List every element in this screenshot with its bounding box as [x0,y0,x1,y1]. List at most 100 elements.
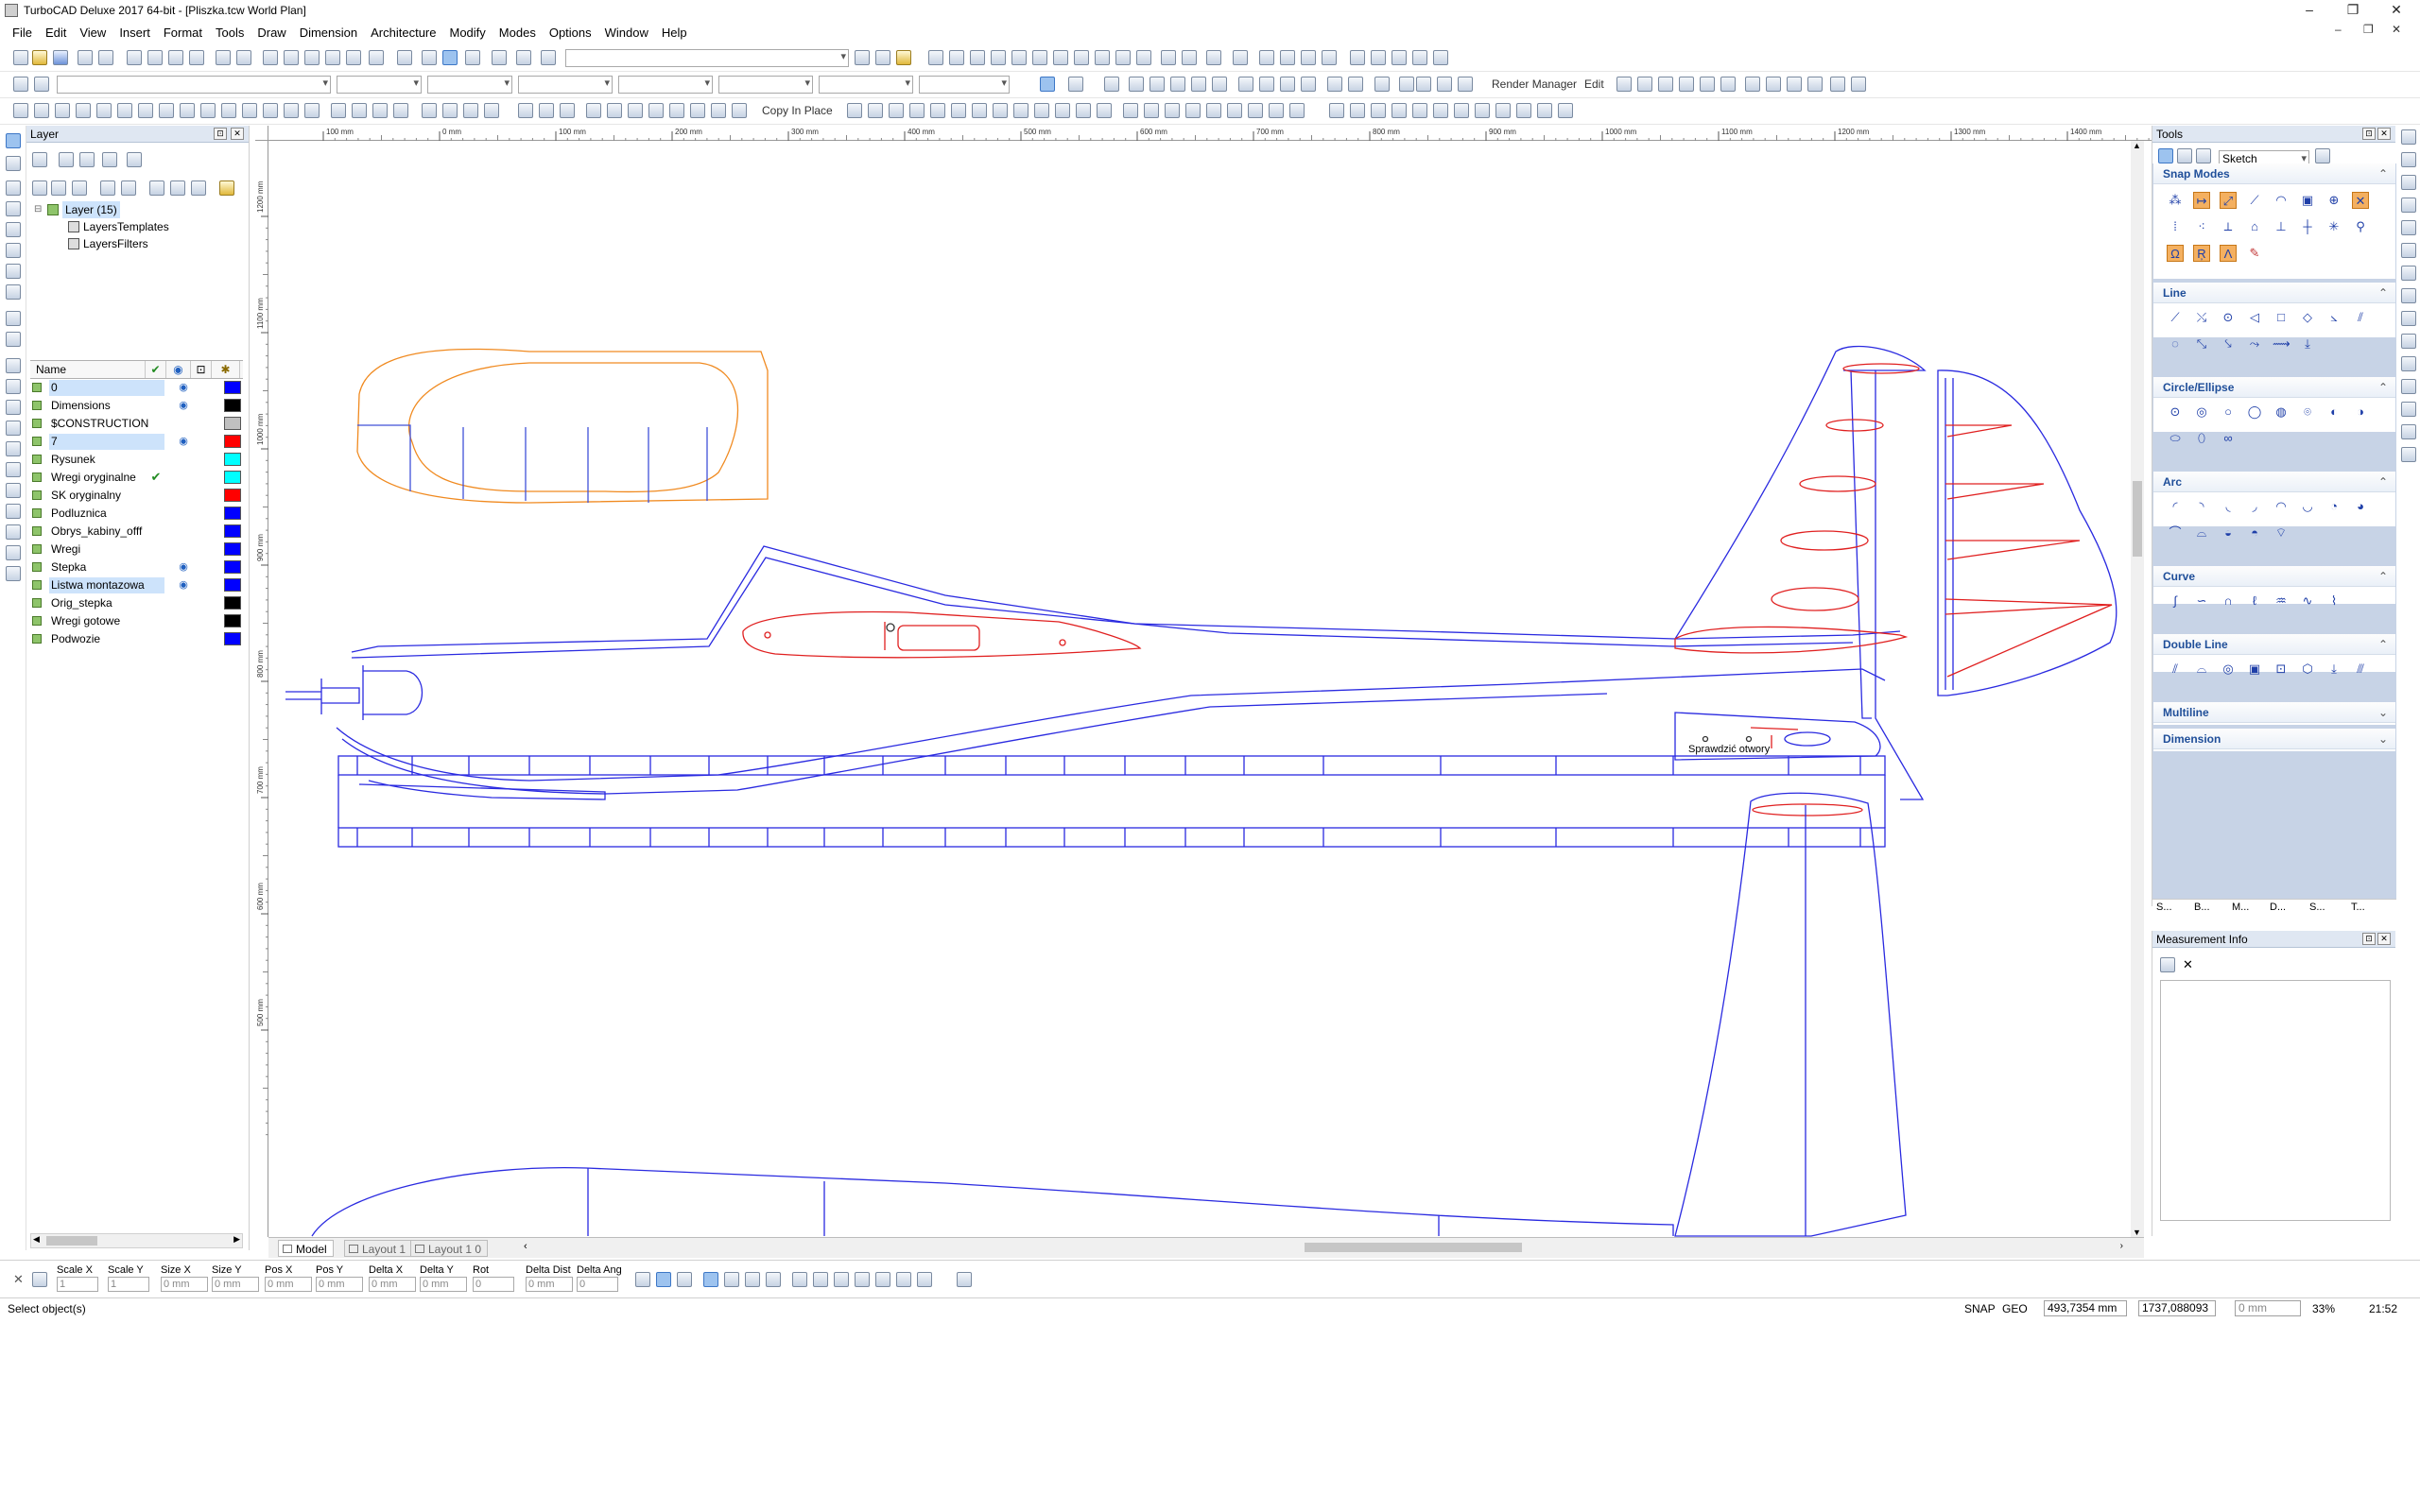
line-tool-icon[interactable] [6,180,21,196]
circle-3pt-tool-icon[interactable]: ◯ [2246,404,2263,421]
layer-color-swatch[interactable] [224,435,241,448]
line-poly-icon[interactable] [889,103,904,118]
section-header-line[interactable]: Line ⌃ [2153,283,2395,303]
measure-icon[interactable] [1658,77,1673,92]
inspector-snap-1-icon[interactable] [703,1272,718,1287]
rv-tool-14-icon[interactable] [2401,424,2416,439]
parallel-line-icon[interactable] [1076,103,1091,118]
camera-icon[interactable] [1433,50,1448,65]
material-sphere-icon[interactable] [1374,77,1390,92]
dimension-tool-icon[interactable] [6,358,21,373]
mdi-minimize-button[interactable]: – [2335,23,2342,36]
layer-refresh-icon[interactable] [127,152,142,167]
boolean-subtract-icon[interactable] [1348,77,1363,92]
insert-block-icon[interactable] [180,103,195,118]
workplane-2-icon[interactable] [1475,103,1490,118]
snap-track-icon[interactable] [1233,50,1248,65]
layer-down-icon[interactable] [170,180,185,196]
layer-visible-icon[interactable]: ◉ [177,379,190,396]
arc-elliptic-tool-icon[interactable]: ◔ [2325,498,2342,515]
snap-arc-icon[interactable] [1136,50,1151,65]
world-icon[interactable] [1454,103,1469,118]
snap-tangent-icon[interactable] [1032,50,1047,65]
menu-architecture[interactable]: Architecture [364,26,442,40]
minimize-button[interactable]: – [2288,0,2331,21]
snap-quadrant-icon[interactable] [991,50,1006,65]
layer-visible-icon[interactable]: ◉ [177,558,190,576]
inspector-field-input[interactable]: 1 [108,1277,149,1292]
inspector-field-input[interactable]: 0 mm [369,1277,416,1292]
inspector-close-icon[interactable]: ✕ [13,1272,24,1287]
zoom-in-icon[interactable] [263,50,278,65]
layer-visible-icon[interactable]: ◉ [177,576,190,593]
layer-color-swatch[interactable] [224,542,241,556]
status-length[interactable]: 0 mm [2235,1300,2301,1316]
layer-color-swatch[interactable] [224,632,241,645]
chamfer-3d-icon[interactable] [372,103,388,118]
grid-dots-icon[interactable] [1329,103,1344,118]
measurement-clear-icon[interactable]: ✕ [2183,957,2193,972]
edit-tool-icon[interactable] [242,103,257,118]
loft-icon[interactable] [1301,77,1316,92]
menu-window[interactable]: Window [598,26,655,40]
copy-tool-icon[interactable] [539,103,554,118]
rotate-icon[interactable] [284,103,299,118]
line-polygon-tool-icon[interactable]: ⊙ [2220,309,2237,326]
restore-button[interactable]: ❐ [2331,0,2375,21]
dline-single-tool-icon[interactable]: ⫽ [2167,661,2184,678]
workplane-icon[interactable] [541,50,556,65]
snap-vertex-icon[interactable] [928,50,943,65]
tab-layout-1[interactable]: Layout 1 [344,1240,413,1257]
layer-row[interactable]: Orig_stepka [30,594,243,612]
section-header-circle-ellipse[interactable]: Circle/Ellipse ⌃ [2153,377,2395,398]
rv-tool-8-icon[interactable] [2401,288,2416,303]
line-angle-tool-icon[interactable]: ⦣ [2325,309,2342,326]
layer-move-icon[interactable] [100,180,115,196]
folder-icon[interactable] [896,50,911,65]
extrude-icon[interactable] [1238,77,1253,92]
snap-middle-icon[interactable] [949,50,964,65]
layer-up-icon[interactable] [149,180,164,196]
line-triangle-tool-icon[interactable]: ◁ [2246,309,2263,326]
osnap-icon[interactable] [1392,103,1407,118]
layers-icon[interactable] [492,50,507,65]
mdi-close-button[interactable]: ✕ [2392,23,2401,36]
menu-draw[interactable]: Draw [251,26,292,40]
print-icon[interactable] [78,50,93,65]
copy-in-place-label[interactable]: Copy In Place [762,104,833,117]
snap-nearest-tool-icon[interactable]: ⟋ [2246,192,2263,209]
layer-row[interactable]: Stepka ◉ [30,558,243,576]
format-painter-icon[interactable] [189,50,204,65]
drawing-canvas[interactable]: Sprawdzić otwory [268,141,2142,1237]
snap-align-icon[interactable] [1161,50,1176,65]
ellipse-tool-icon-2[interactable]: ⬭ [2167,430,2184,447]
polyline-tool-icon[interactable] [6,201,21,216]
light-icon[interactable] [1416,77,1431,92]
circle-select-icon[interactable] [55,103,70,118]
status-geo[interactable]: GEO [2002,1302,2028,1315]
open-icon[interactable] [32,50,47,65]
scale-vtool-icon[interactable] [6,462,21,477]
line-tangent-tool-icon[interactable]: ◌ [2167,335,2184,352]
snap-grid-tool-icon[interactable]: ⁞ [2167,218,2184,235]
snap-middle-tool-icon[interactable]: ↦ [2193,192,2210,209]
reshape-icon[interactable] [263,103,278,118]
spline-vtool-icon[interactable] [6,284,21,300]
ucs-view-icon[interactable] [1537,103,1552,118]
dim-icon[interactable] [1637,77,1652,92]
copy-vtool-icon[interactable] [6,421,21,436]
layer-color-swatch[interactable] [224,524,241,538]
layer-copy-icon[interactable] [121,180,136,196]
inspector-field-input[interactable]: 0 mm [161,1277,208,1292]
bom-icon[interactable] [1720,77,1736,92]
layer-row[interactable]: Rysunek [30,451,243,469]
section-header-arc[interactable]: Arc ⌃ [2153,472,2395,492]
line-style-combo[interactable] [518,76,613,94]
layer-row[interactable]: $CONSTRUCTION [30,415,243,433]
split-icon[interactable] [711,103,726,118]
arc-vtool-icon[interactable] [6,264,21,279]
circle-radius-tool-icon[interactable]: ◐ [2325,404,2342,421]
tools-tab-4[interactable]: D... [2270,902,2286,913]
arc-tangent-tool-icon[interactable]: ◞ [2246,498,2263,515]
status-x-coordinate[interactable]: 493,7354 mm [2044,1300,2127,1316]
